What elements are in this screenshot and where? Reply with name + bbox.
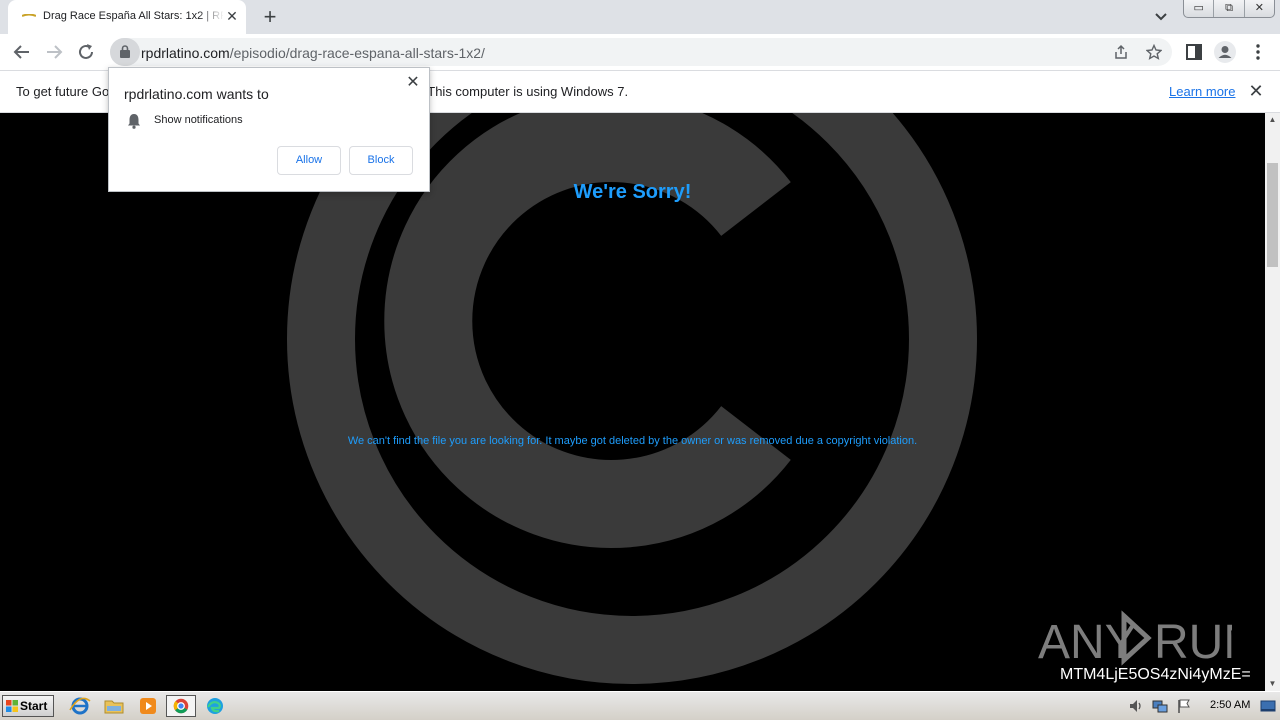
windows-flag-icon <box>6 700 18 712</box>
lock-icon <box>120 45 130 58</box>
start-label: Start <box>20 699 48 713</box>
system-tray: 2:50 AM <box>1122 695 1278 717</box>
scrollbar-thumb[interactable] <box>1267 163 1278 267</box>
tab-active[interactable]: Drag Race España All Stars: 1x2 | RPDR L… <box>8 0 246 34</box>
prompt-title: rpdrlatino.com wants to <box>124 86 269 102</box>
tab-title-fade <box>198 6 224 28</box>
address-bar[interactable]: rpdrlatino.com/episodio/drag-race-espana… <box>110 38 1172 66</box>
window-controls: ▭ ⧉ ✕ <box>1183 0 1275 18</box>
share-icon[interactable] <box>1113 44 1129 60</box>
infobar-close-icon[interactable]: ✕ <box>1247 82 1265 100</box>
taskbar-clock[interactable]: 2:50 AM <box>1210 699 1250 711</box>
forward-icon[interactable] <box>43 41 65 63</box>
tab-close-icon[interactable]: ✕ <box>224 8 240 24</box>
action-center-flag-icon[interactable] <box>1176 698 1192 714</box>
notification-permission-prompt: rpdrlatino.com wants to ✕ Show notificat… <box>108 67 430 192</box>
permission-label: Show notifications <box>154 114 243 126</box>
prompt-close-icon[interactable]: ✕ <box>405 75 421 91</box>
watermark-id: MTM4LjE5OS4zNi4yMzE= <box>1060 666 1251 683</box>
side-panel-icon[interactable] <box>1185 43 1203 61</box>
page-scrollbar[interactable]: ▲ ▼ <box>1265 113 1280 691</box>
close-window-button[interactable]: ✕ <box>1245 0 1274 17</box>
new-tab-button[interactable]: + <box>258 6 282 28</box>
block-button[interactable]: Block <box>349 146 413 175</box>
windows-taskbar: Start 2:50 AM <box>0 691 1280 720</box>
menu-kebab-icon[interactable] <box>1249 43 1267 61</box>
minimize-button[interactable]: ▭ <box>1184 0 1215 17</box>
error-message: We can't find the file you are looking f… <box>347 435 918 447</box>
edge-icon[interactable] <box>202 695 228 717</box>
learn-more-link[interactable]: Learn more <box>1169 84 1235 99</box>
bookmark-star-icon[interactable] <box>1146 44 1162 60</box>
scroll-down-icon[interactable]: ▼ <box>1265 677 1280 691</box>
screen: Drag Race España All Stars: 1x2 | RPDR L… <box>0 0 1280 720</box>
profile-avatar-icon[interactable] <box>1214 41 1236 63</box>
favicon-icon <box>22 14 36 17</box>
show-desktop-icon[interactable] <box>1260 698 1276 714</box>
chrome-icon[interactable] <box>166 695 196 717</box>
browser-toolbar: rpdrlatino.com/episodio/drag-race-espana… <box>0 34 1280 71</box>
page-content: We're Sorry! We can't find the file you … <box>0 113 1265 691</box>
allow-button[interactable]: Allow <box>277 146 341 175</box>
media-player-icon[interactable] <box>135 695 161 717</box>
network-icon[interactable] <box>1152 698 1168 714</box>
restore-button[interactable]: ⧉ <box>1214 0 1245 17</box>
tab-title: Drag Race España All Stars: 1x2 | RPDR L… <box>43 10 223 22</box>
anyrun-logo: ANY RUN <box>1038 610 1232 666</box>
volume-icon[interactable] <box>1128 698 1144 714</box>
url-text: rpdrlatino.com/episodio/drag-race-espana… <box>141 45 485 61</box>
back-icon[interactable] <box>11 41 33 63</box>
file-explorer-icon[interactable] <box>101 695 127 717</box>
site-info-button[interactable] <box>110 38 140 66</box>
svg-text:RUN: RUN <box>1154 616 1232 666</box>
tab-strip: Drag Race España All Stars: 1x2 | RPDR L… <box>0 0 1280 34</box>
reload-icon[interactable] <box>75 41 97 63</box>
internet-explorer-icon[interactable] <box>67 695 93 717</box>
scroll-up-icon[interactable]: ▲ <box>1265 113 1280 127</box>
url-path: /episodio/drag-race-espana-all-stars-1x2… <box>229 45 485 61</box>
bell-icon <box>128 114 140 129</box>
url-host: rpdrlatino.com <box>141 45 230 61</box>
start-button[interactable]: Start <box>2 695 54 717</box>
tab-search-icon[interactable] <box>1152 9 1170 25</box>
